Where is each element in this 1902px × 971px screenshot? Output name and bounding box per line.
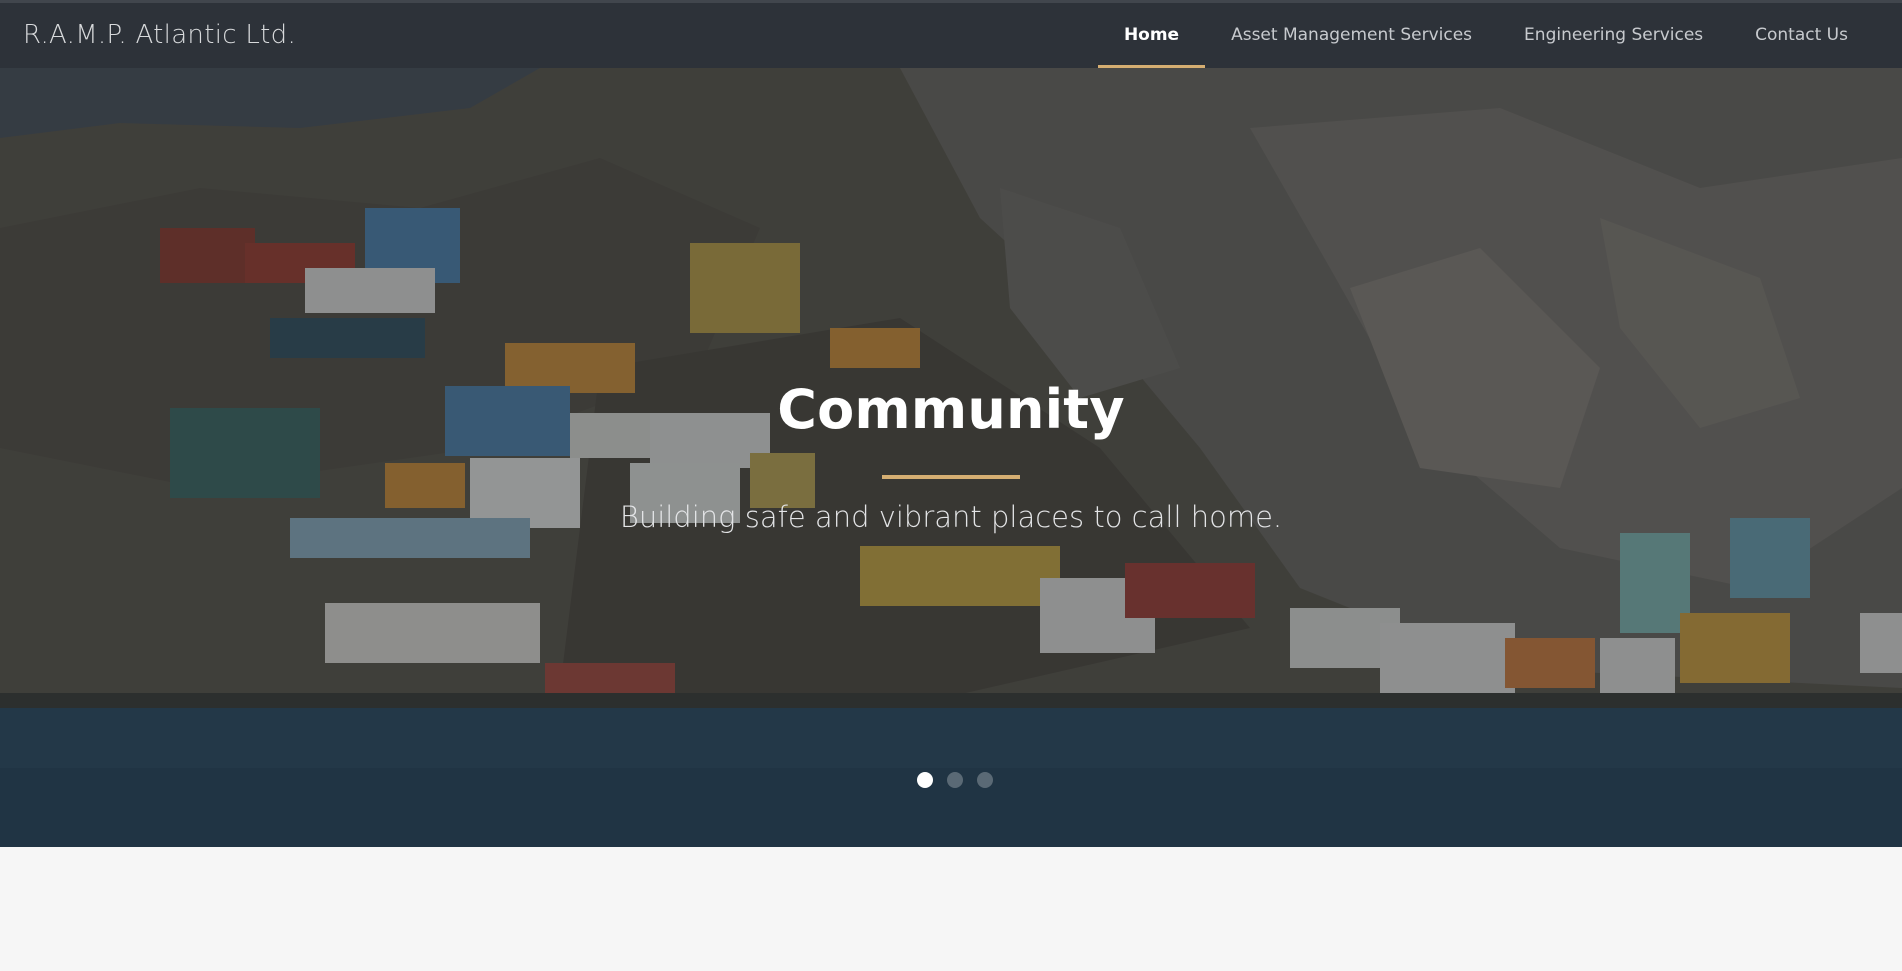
carousel-dot-3[interactable]: [977, 772, 993, 788]
navbar: R.A.M.P. Atlantic Ltd. Home Asset Manage…: [0, 0, 1902, 68]
hero-carousel: Community Building safe and vibrant plac…: [0, 68, 1902, 847]
content-section: [0, 847, 1902, 971]
brand-logo[interactable]: R.A.M.P. Atlantic Ltd.: [23, 3, 296, 68]
nav-item-asset-management[interactable]: Asset Management Services: [1205, 3, 1498, 68]
nav-item-engineering[interactable]: Engineering Services: [1498, 3, 1729, 68]
carousel-dot-2[interactable]: [947, 772, 963, 788]
main-nav: Home Asset Management Services Engineeri…: [1097, 3, 1874, 68]
carousel-dot-1[interactable]: [917, 772, 933, 788]
hero-title: Community: [777, 378, 1125, 441]
nav-item-contact[interactable]: Contact Us: [1729, 3, 1874, 68]
hero-subtitle: Building safe and vibrant places to call…: [619, 500, 1283, 534]
hero-overlay: [0, 68, 1902, 847]
hero-divider: [882, 475, 1020, 479]
carousel-indicators: [917, 772, 993, 788]
nav-item-home[interactable]: Home: [1097, 3, 1206, 68]
